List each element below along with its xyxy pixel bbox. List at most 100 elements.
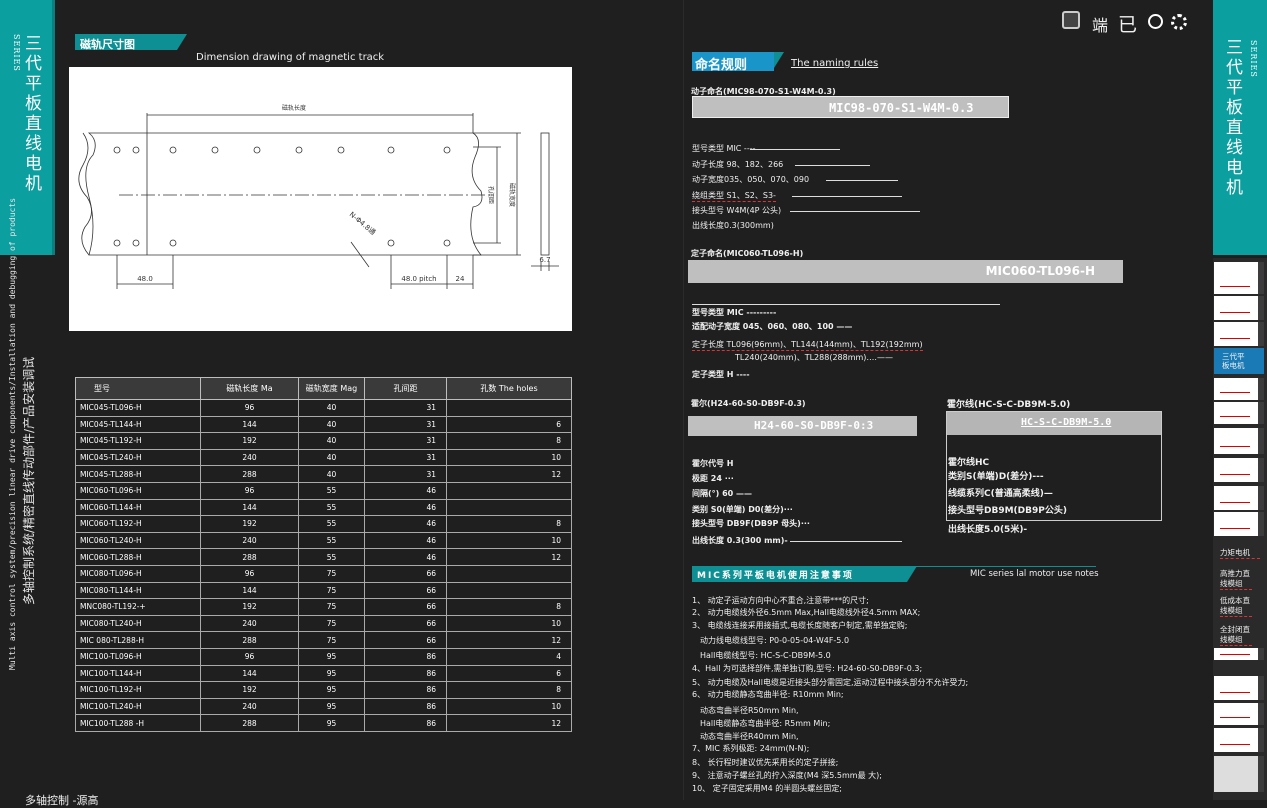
mover-code: MIC98-070-S1-W4M-0.3: [829, 101, 974, 115]
notes-heading: MIC系列平板电机使用注意事项: [692, 566, 917, 582]
note-4: 动力线电缆线型号: P0-0-05-04-W4F-5.0: [700, 636, 850, 645]
cell-holes: 8: [446, 681, 572, 699]
sidebar-thumb-9[interactable]: [1214, 512, 1264, 536]
cell-hole-dist: 86: [364, 664, 447, 683]
stator-title: 定子命名(MIC060-TL096-H): [691, 249, 804, 258]
sidebar-item-torque-motor[interactable]: 力矩电机: [1220, 548, 1260, 559]
cell-model: MNC080-TL192-+: [75, 598, 201, 616]
sidebar-thumb-10[interactable]: [1214, 648, 1264, 660]
hallcable-line-4: 接头型号DB9M(DB9P公头): [948, 506, 1067, 516]
cell-width: 40: [298, 432, 365, 450]
naming-heading: 命名规则: [692, 52, 784, 73]
cell-holes: 12: [446, 631, 572, 649]
note-6: 4、Hall 为可选择部件,需单独订购,型号: H24-60-S0-DB9F-0…: [692, 664, 923, 673]
note-3: 3、 电缆线连接采用接插式,电缆长度随客户制定,需单独定购;: [692, 621, 908, 630]
cell-hole-dist: 31: [364, 415, 447, 434]
table-row: MIC100-TL144-H 144 95 86 6: [75, 664, 572, 683]
cell-hole-dist: 31: [364, 465, 447, 483]
dim-pitch: 48.0 pitch: [401, 275, 436, 283]
sidebar-thumb-1[interactable]: [1214, 262, 1264, 294]
cell-hole-dist: 66: [364, 564, 447, 583]
stator-line-3: 定子长度 TL096(96mm)、TL144(144mm)、TL192(192m…: [692, 340, 923, 351]
cell-width: 55: [298, 531, 365, 550]
mover-line-1-leader: [750, 149, 840, 150]
note-1: 1、 动定子运动方向中心不重合,注意带***的尺寸;: [692, 596, 869, 605]
table-row: MIC045-TL096-H 96 40 31: [75, 399, 572, 417]
hall-line-4: 类别 S0(单端) D0(差分)···: [692, 505, 793, 514]
hall-line-6: 出线长度 0.3(300 mm)-: [692, 536, 788, 545]
sidebar-thumb-12[interactable]: [1214, 703, 1264, 725]
hall-line-6-leader: [790, 541, 902, 542]
hall-line-3: 间隔(°) 60 ——: [692, 489, 753, 498]
logo-box-icon: [1062, 11, 1080, 29]
sidebar-thumb-11[interactable]: [1214, 676, 1264, 700]
cell-model: MIC080-TL096-H: [75, 564, 201, 583]
sidebar-item-high-thrust[interactable]: 高推力直线模组: [1220, 569, 1252, 590]
cell-model: MIC100-TL144-H: [75, 664, 201, 683]
cell-width: 95: [298, 664, 365, 683]
table-row: MIC060-TL288-H 288 55 46 12: [75, 548, 572, 566]
table-row: MIC080-TL240-H 240 75 66 10: [75, 614, 572, 633]
cell-length: 240: [200, 614, 299, 633]
cell-length: 96: [200, 399, 299, 417]
hall-line-5: 接头型号 DB9F(DB9P 母头)···: [692, 519, 810, 528]
note-10: Hall电缆静态弯曲半径: R5mm Min;: [700, 719, 831, 728]
cell-length: 192: [200, 681, 299, 699]
mover-line-5-leader: [790, 211, 920, 212]
cell-holes: 4: [446, 647, 572, 666]
cell-holes: 10: [446, 614, 572, 633]
note-2: 2、 动力电缆线外径6.5mm Max,Hall电缆线外径4.5mm MAX;: [692, 608, 921, 617]
cell-hole-dist: 31: [364, 448, 447, 467]
hall-code: H24-60-S0-DB9F-0:3: [754, 419, 874, 432]
cell-width: 75: [298, 564, 365, 583]
cell-width: 95: [298, 681, 365, 699]
sidebar-thumb-2[interactable]: [1214, 296, 1264, 320]
hallcable-line-3: 线缆系列C(普通高柔线)—: [948, 489, 1053, 499]
sidebar-item-low-cost[interactable]: 低成本直线模组: [1220, 596, 1252, 617]
sidebar-thumb-7[interactable]: [1214, 458, 1264, 482]
table-row: MIC045-TL288-H 288 40 31 12: [75, 465, 572, 483]
cell-length: 144: [200, 581, 299, 600]
sidebar-thumb-4[interactable]: [1214, 378, 1264, 400]
stator-line-1: 型号类型 MIC ---------: [692, 308, 777, 317]
sidebar-thumb-6[interactable]: [1214, 428, 1264, 454]
stator-line-5: 定子类型 H ----: [692, 370, 750, 379]
cell-holes: [446, 399, 572, 417]
cell-length: 96: [200, 481, 299, 500]
table-row: MIC045-TL144-H 144 40 31 6: [75, 415, 572, 434]
cell-width: 75: [298, 614, 365, 633]
cell-length: 288: [200, 548, 299, 566]
cell-model: MIC060-TL192-H: [75, 515, 201, 533]
note-9: 动态弯曲半径R50mm Min,: [700, 706, 799, 715]
cell-holes: 12: [446, 548, 572, 566]
cell-length: 144: [200, 498, 299, 517]
mover-code-banner: MIC98-070-S1-W4M-0.3: [692, 96, 1009, 118]
table-row: MIC060-TL240-H 240 55 46 10: [75, 531, 572, 550]
bottom-left-text: 多轴控制 -源高: [25, 794, 99, 807]
note-11: 动态弯曲半径R40mm Min,: [700, 732, 799, 741]
target-icon: [1148, 14, 1163, 29]
sidebar-item-enclosed[interactable]: 全封闭直线模组: [1220, 625, 1252, 646]
cell-holes: [446, 481, 572, 500]
cell-hole-dist: 66: [364, 614, 447, 633]
hall-line-2: 极距 24 ···: [692, 474, 734, 483]
cell-length: 96: [200, 564, 299, 583]
cell-length: 192: [200, 598, 299, 616]
sidebar-item-flat-motor-label: 三代平板电机: [1222, 352, 1245, 370]
cell-width: 95: [298, 697, 365, 716]
cell-holes: 10: [446, 448, 572, 467]
gear-icon: [1171, 14, 1187, 30]
hallcable-line-2: 类别S(单端)D(差分)---: [948, 472, 1044, 482]
cell-holes: 12: [446, 465, 572, 483]
sidebar-thumb-13[interactable]: [1214, 728, 1264, 752]
cell-model: MIC 080-TL288-H: [75, 631, 201, 649]
sidebar-thumb-5[interactable]: [1214, 402, 1264, 424]
cell-hole-dist: 66: [364, 598, 447, 616]
hall-title: 霍尔(H24-60-S0-DB9F-0.3): [691, 399, 806, 408]
spec-table: 型号 磁轨长度 Ma 磁轨宽度 Mag 孔间距 孔数 The holes MIC…: [75, 377, 572, 732]
sidebar-thumb-8[interactable]: [1214, 486, 1264, 510]
cell-model: MIC045-TL144-H: [75, 415, 201, 434]
mover-line-4-leader: [792, 196, 902, 197]
sidebar-thumb-14[interactable]: [1214, 756, 1264, 792]
sidebar-thumb-3[interactable]: [1214, 322, 1264, 346]
